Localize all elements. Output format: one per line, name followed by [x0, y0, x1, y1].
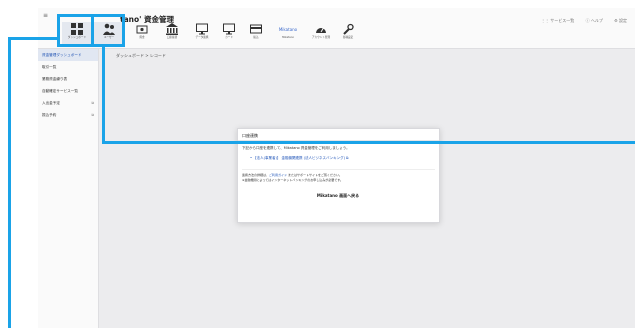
dialog-intro: 下記から口座を連携して、Mikatano 資金管理をご利用しましょう。 [242, 146, 350, 150]
bank-link[interactable]: • 【法人(事業者)】 金融機関連携 (法人ビジネスバンキング) ⧉ [250, 156, 349, 161]
annotation-box [57, 14, 94, 47]
annotation-line [102, 46, 105, 144]
return-button[interactable]: Mikatano 画面へ戻る [304, 190, 372, 202]
annotation-line [8, 37, 11, 328]
dialog-note: ※金融機関によってはインターネットバンキングのお申し込みが必要です。 [242, 178, 343, 182]
divider [242, 169, 435, 170]
guide-link[interactable]: ご利用ガイド [269, 173, 287, 177]
app-window: ≡ tano' 資金管理 ダッシュボード ユーザー 資金 口座振替 データ連携 … [38, 8, 635, 328]
annotation-line [102, 141, 635, 144]
annotation-box [91, 14, 125, 47]
dialog-title: 口座連携 [242, 133, 258, 138]
annotation-line [8, 37, 60, 40]
dialog-note: 連携方法の詳細は、ご利用ガイド またはサポートサイトをご覧ください。 [242, 173, 342, 177]
